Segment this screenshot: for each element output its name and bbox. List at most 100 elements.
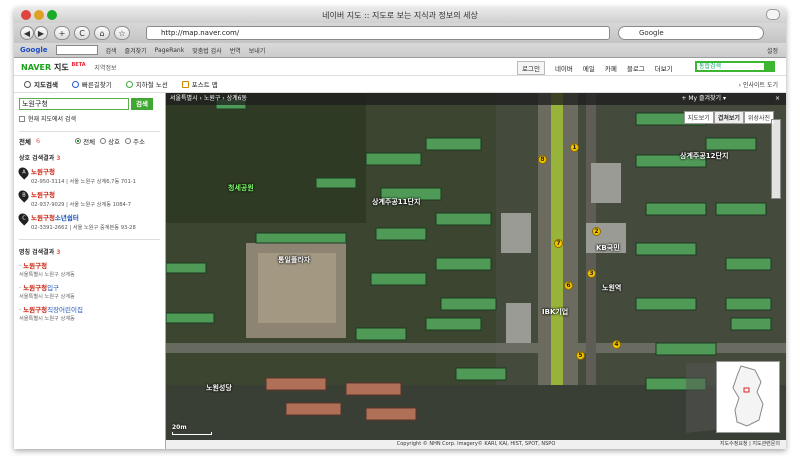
place-name[interactable]: 노원구청 (31, 166, 136, 176)
place-name-highlight: 노원구청 (31, 168, 55, 176)
naver-search-placeholder: 통합검색 (699, 63, 722, 70)
radio-business[interactable]: 상호 (100, 136, 120, 146)
name-result[interactable]: · 노원구청 서울특별시 노원구 상계동 (19, 260, 160, 278)
map-marker[interactable]: 3 (587, 269, 596, 278)
place-result[interactable]: C 노원구청소년쉼터 02-3391-2662 | 서울 노원구 중계본동 93… (16, 211, 160, 231)
map-marker[interactable]: 6 (564, 281, 573, 290)
google-bar-item[interactable]: PageRank (155, 47, 185, 54)
place-result[interactable]: A 노원구청 02-950-3114 | 서울 노원구 상계6,7동 701-1 (16, 165, 160, 185)
nav-link[interactable]: 더보기 (655, 63, 673, 73)
menu-postmap[interactable]: 포스트 맵 (181, 79, 218, 89)
radio-all[interactable]: 전체 (75, 136, 95, 146)
nav-link[interactable]: 카페 (605, 63, 617, 73)
place-name[interactable]: 노원구청소년쉼터 (31, 212, 136, 222)
toolbar-toggle-button[interactable] (766, 9, 780, 20)
region-link[interactable]: 지역정보 (94, 65, 116, 72)
name-result-title[interactable]: · 노원구청직장어린이집 (19, 304, 160, 314)
map-type-tabs: 지도보기 겹쳐보기 위성사진 (683, 111, 774, 124)
map-marker[interactable]: 7 (554, 239, 563, 248)
map-marker[interactable]: 1 (570, 143, 579, 152)
name-result-title[interactable]: · 노원구청입구 (19, 282, 160, 292)
place-name-rest: 소년쉼터 (54, 214, 79, 222)
menu-directions[interactable]: 빠른길찾기 (71, 79, 112, 89)
name-highlight: 노원구청 (23, 284, 48, 292)
map-marker[interactable]: 5 (576, 351, 585, 360)
radio-label: 상호 (108, 138, 121, 146)
map-breadcrumb[interactable]: 서울특별시 › 노원구 › 상계6동 (170, 95, 247, 102)
scale-bar: 20m (172, 424, 212, 435)
checkbox-label: 현재 지도에서 검색 (28, 116, 76, 123)
favorite-button[interactable]: + My 즐겨찾기 ▾ (681, 93, 726, 105)
google-bar-item[interactable]: 맞춤법 검사 (192, 46, 222, 55)
star-icon[interactable]: ☆ (114, 26, 130, 40)
place-search-input[interactable]: 노원구청 (19, 98, 129, 110)
google-toolbar-input[interactable] (55, 45, 98, 55)
home-icon[interactable]: ⌂ (94, 26, 110, 40)
pin-letter: A (21, 169, 26, 176)
close-icon[interactable]: × (775, 93, 780, 105)
map-marker[interactable]: 8 (538, 155, 547, 164)
menu-label: 빠른길찾기 (81, 81, 112, 89)
naver-search-input[interactable]: 통합검색 (695, 61, 775, 72)
google-settings[interactable]: 설정 (767, 46, 778, 55)
beta-badge: BETA (71, 62, 86, 68)
place-search-button[interactable]: 검색 (131, 98, 153, 110)
feedback-links[interactable]: 지도수정요청 | 지도관련문의 (720, 440, 780, 449)
section-title: 상호 검색결과 (19, 155, 55, 162)
menu-label: 지하철 노선 (135, 81, 168, 89)
place-name[interactable]: 노원구청 (31, 189, 131, 199)
search-in-map-option[interactable]: 현재 지도에서 검색 (19, 114, 160, 123)
map-label: 노원역 (602, 284, 622, 292)
reload-button[interactable]: C (74, 26, 90, 40)
satellite-map[interactable]: 서울특별시 › 노원구 › 상계6동 + My 즐겨찾기 ▾ × 지도보기 겹쳐… (166, 93, 786, 449)
tab-satellite[interactable]: 위성사진 (743, 111, 774, 124)
tab-map[interactable]: 지도보기 (683, 111, 714, 124)
name-result[interactable]: · 노원구청직장어린이집 서울특별시 노원구 상계동 (19, 304, 160, 322)
map-breadcrumb-bar: 서울특별시 › 노원구 › 상계6동 + My 즐겨찾기 ▾ × (166, 93, 786, 105)
naver-search-button[interactable] (764, 61, 775, 72)
menu-subway[interactable]: 지하철 노선 (125, 79, 168, 89)
menu-map-search[interactable]: 지도검색 (24, 79, 58, 89)
name-result-address: 서울특별시 노원구 상계동 (19, 316, 75, 322)
google-bar-item[interactable]: 보내기 (249, 46, 266, 55)
name-result[interactable]: · 노원구청입구 서울특별시 노원구 상계동 (19, 282, 160, 300)
back-button[interactable]: ◀ (20, 26, 34, 40)
forward-button[interactable]: ▶ (34, 26, 48, 40)
section-heading: 상호 검색결과 3 (19, 153, 160, 162)
naver-logo-text: NAVER (21, 63, 52, 72)
radio-label: 전체 (83, 138, 96, 146)
name-result-address: 서울특별시 노원구 상계동 (19, 272, 75, 278)
google-bar-item[interactable]: 즐겨찾기 (125, 46, 147, 55)
map-marker[interactable]: 2 (592, 227, 601, 236)
name-highlight: 노원구청 (23, 262, 48, 270)
radio-dot[interactable] (125, 138, 132, 144)
radio-dot[interactable] (75, 138, 82, 144)
google-toolbar: Google 검색 즐겨찾기 PageRank 맞춤법 검사 번역 보내기 설정 (14, 43, 786, 58)
result-count: 6 (35, 137, 41, 145)
browser-search-input[interactable]: Google (618, 26, 764, 40)
add-bookmark-button[interactable]: + (54, 26, 70, 40)
radio-dot[interactable] (100, 138, 107, 144)
google-bar-item[interactable]: 검색 (106, 46, 117, 55)
map-marker[interactable]: 4 (612, 340, 621, 349)
radio-address[interactable]: 주소 (125, 136, 145, 146)
overview-minimap[interactable] (716, 361, 780, 433)
window-title: 네이버 지도 :: 지도로 보는 지식과 정보의 세상 (322, 11, 478, 20)
nav-link[interactable]: 메일 (583, 63, 595, 73)
tab-hybrid[interactable]: 겹쳐보기 (713, 111, 744, 124)
scale-label: 20m (172, 424, 187, 431)
google-bar-item[interactable]: 번역 (230, 46, 241, 55)
name-result-title[interactable]: · 노원구청 (19, 260, 160, 270)
place-result[interactable]: B 노원구청 02-937-9029 | 서울 노원구 상계동 1084-7 (16, 188, 160, 208)
help-link[interactable]: › 인사이트 도기 (739, 80, 778, 89)
place-name-highlight: 노원구청 (31, 214, 55, 222)
address-bar[interactable]: http://map.naver.com/ (146, 26, 610, 40)
checkbox[interactable] (19, 115, 25, 122)
nav-link[interactable]: 네이버 (555, 63, 573, 73)
map-label: 통일플라자 (278, 256, 311, 264)
nav-link[interactable]: 블로그 (627, 63, 645, 73)
zoom-slider[interactable] (771, 119, 781, 199)
login-button[interactable]: 로그인 (517, 61, 545, 75)
naver-logo[interactable]: NAVER 지도 BETA 지역정보 (21, 62, 117, 73)
map-menu: 지도검색 빠른길찾기 지하철 노선 포스트 맵 › 인사이트 도기 (14, 76, 786, 93)
